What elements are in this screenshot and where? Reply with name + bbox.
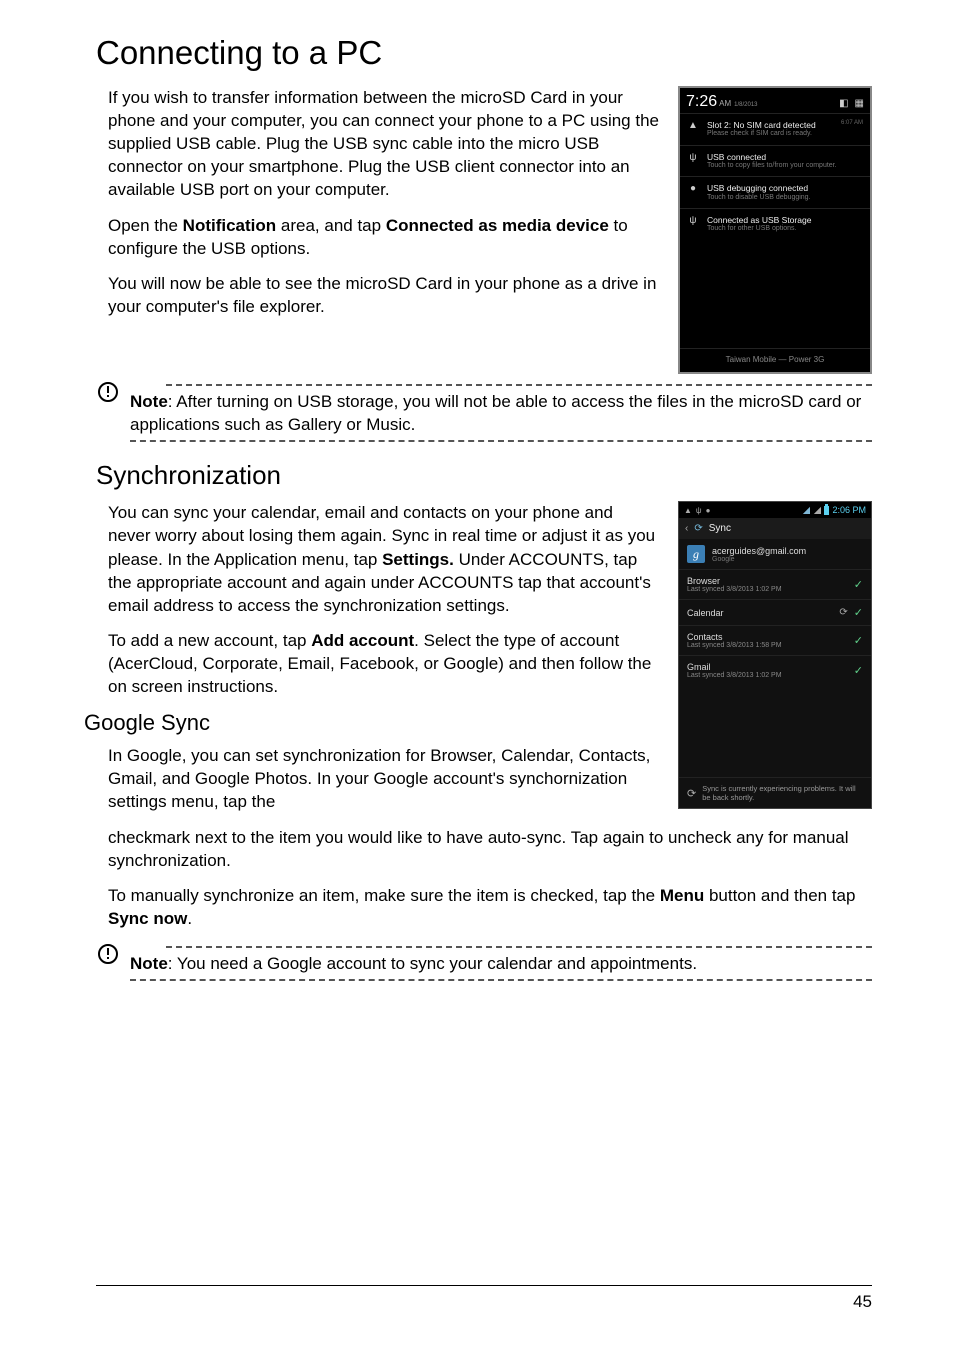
sync-item: GmailLast synced 3/8/2013 1:02 PM ✓ [679,655,871,685]
text: To manually synchronize an item, make su… [108,886,660,905]
sync-item: Calendar ⟳ ✓ [679,599,871,625]
android-icon: ● [687,183,699,195]
heading-connecting: Connecting to a PC [96,34,872,72]
note-text: Note: You need a Google account to sync … [130,952,872,975]
notification-row: ▲ Slot 2: No SIM card detectedPlease che… [680,113,870,145]
sync-footer-text: Sync is currently experiencing problems.… [702,784,863,802]
paragraph-notification: Open the Notification area, and tap Conn… [108,214,660,260]
settings-tiles-icon: ◧ [839,98,848,110]
sync-item-title: Calendar [687,608,724,618]
sync-item-title: Browser [687,576,782,586]
account-email: acerguides@gmail.com [712,546,806,556]
status-date: 1/8/2013 [734,102,757,109]
note-body: : You need a Google account to sync your… [168,954,697,973]
status-time: 7:26 [686,92,717,111]
note-block-google: Note: You need a Google account to sync … [96,942,872,985]
bold-connected-media: Connected as media device [386,216,609,235]
sync-item: BrowserLast synced 3/8/2013 1:02 PM ✓ [679,569,871,599]
sync-item-sub: Last synced 3/8/2013 1:02 PM [687,586,782,593]
checkmark-icon: ✓ [854,578,863,591]
info-icon [96,380,120,404]
sync-item-title: Contacts [687,632,782,642]
status-time: 2:06 PM [832,505,866,515]
account-provider: Google [712,556,806,563]
back-icon: ‹ [685,523,688,534]
bold-add-account: Add account [311,631,414,650]
info-icon [96,942,120,966]
battery-icon [824,506,829,515]
signal-icon [802,506,810,514]
status-bar: ▲ ψ ● 2:06 PM [679,502,871,518]
note-body: : After turning on USB storage, you will… [130,392,861,434]
text: area, and tap [276,216,386,235]
text: button and then tap [704,886,855,905]
account-row: g acerguides@gmail.com Google [679,539,871,569]
warning-icon: ▲ [687,120,699,132]
paragraph-intro: If you wish to transfer information betw… [108,86,660,202]
text: . [187,909,192,928]
usb-icon: ψ [687,215,699,227]
note-label: Note [130,954,168,973]
notification-title: USB debugging connected [707,183,863,193]
page-number: 45 [853,1292,872,1311]
bold-settings: Settings. [382,550,454,569]
warning-icon: ▲ [684,506,692,515]
grid-icon: ▦ [855,98,864,110]
carrier-label: Taiwan Mobile — Power 3G [680,348,870,373]
header-title: Sync [709,523,731,534]
google-icon: g [687,545,705,563]
bold-notification: Notification [183,216,277,235]
checkmark-icon: ✓ [854,606,863,619]
note-block-usb: Note: After turning on USB storage, you … [96,380,872,446]
paragraph-manual-sync: To manually synchronize an item, make su… [108,884,872,930]
bold-sync-now: Sync now [108,909,187,928]
signal-icon [813,506,821,514]
checkmark-icon: ✓ [854,634,863,647]
checkmark-icon: ✓ [854,664,863,677]
notification-sub: Touch to copy files to/from your compute… [707,162,863,170]
notification-sub: Please check if SIM card is ready. [707,130,833,138]
sync-item-sub: Last synced 3/8/2013 1:58 PM [687,642,782,649]
sync-item-title: Gmail [687,662,782,672]
paragraph-sync-intro: You can sync your calendar, email and co… [108,501,660,617]
notification-timestamp: 6:07 AM [841,120,863,127]
notification-sub: Touch for other USB options. [707,225,863,233]
note-text: Note: After turning on USB storage, you … [130,390,872,436]
notification-row: ψ Connected as USB StorageTouch for othe… [680,208,870,240]
notification-row: ψ USB connectedTouch to copy files to/fr… [680,145,870,177]
status-ampm: AM [719,99,731,109]
text: To add a new account, tap [108,631,311,650]
notification-title: Slot 2: No SIM card detected [707,120,833,130]
android-icon: ● [706,506,711,515]
screenshot-notification-panel: 7:26 AM 1/8/2013 ◧ ▦ ▲ Slot 2: No SIM ca… [678,86,872,374]
sync-icon: ⟳ [694,523,702,534]
sync-footer-message: ⟳ Sync is currently experiencing problem… [679,777,871,808]
heading-synchronization: Synchronization [96,460,872,491]
paragraph-google-sync-a: In Google, you can set synchronization f… [108,744,660,813]
note-label: Note [130,392,168,411]
sync-item: ContactsLast synced 3/8/2013 1:58 PM ✓ [679,625,871,655]
page-footer: 45 [96,1285,872,1312]
screenshot-sync-settings: ▲ ψ ● 2:06 PM ‹ ⟳ Sync g acergu [678,501,872,809]
sync-error-icon: ⟳ [687,787,696,800]
paragraph-add-account: To add a new account, tap Add account. S… [108,629,660,698]
syncing-icon: ⟳ [839,607,847,618]
bold-menu: Menu [660,886,704,905]
status-bar: 7:26 AM 1/8/2013 ◧ ▦ [680,88,870,113]
usb-icon: ψ [696,506,702,515]
paragraph-google-sync-b: checkmark next to the item you would lik… [108,826,872,872]
notification-title: USB connected [707,152,863,162]
usb-icon: ψ [687,152,699,164]
text: Open the [108,216,183,235]
notification-sub: Touch to disable USB debugging. [707,194,863,202]
sync-item-sub: Last synced 3/8/2013 1:02 PM [687,672,782,679]
sync-header: ‹ ⟳ Sync [679,518,871,539]
notification-row: ● USB debugging connectedTouch to disabl… [680,176,870,208]
paragraph-drive: You will now be able to see the microSD … [108,272,660,318]
heading-google-sync: Google Sync [84,710,660,736]
notification-title: Connected as USB Storage [707,215,863,225]
